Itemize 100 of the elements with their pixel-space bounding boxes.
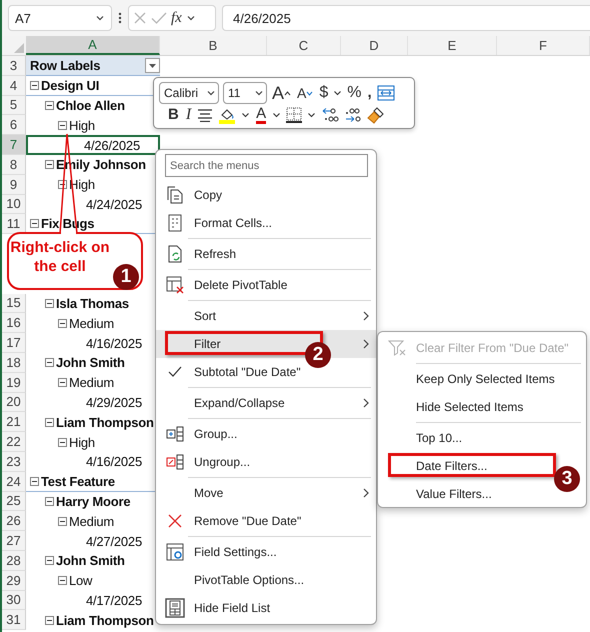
row-header[interactable]: 28: [2, 550, 26, 571]
dropdown[interactable]: 11: [223, 82, 267, 104]
chevron-down-icon[interactable]: [95, 13, 105, 23]
menu-item[interactable]: Ungroup...: [156, 448, 376, 476]
row-header[interactable]: 31: [2, 610, 26, 630]
menu-item[interactable]: Delete PivotTable: [156, 271, 376, 299]
dropdown[interactable]: Calibri: [159, 82, 219, 104]
column-header[interactable]: D: [341, 36, 408, 55]
format-button[interactable]: ,: [366, 84, 373, 102]
menu-item[interactable]: Copy: [156, 181, 376, 209]
formula-field[interactable]: 4/26/2025: [222, 5, 590, 31]
align-icon[interactable]: [197, 108, 214, 122]
row-header[interactable]: 18: [2, 352, 26, 373]
row-header[interactable]: 4: [2, 76, 26, 96]
column-header[interactable]: A: [26, 36, 160, 55]
row-header[interactable]: 10: [2, 194, 26, 214]
collapse-icon[interactable]: [58, 438, 67, 447]
menu-item[interactable]: Remove "Due Date": [156, 507, 376, 535]
row-header[interactable]: 20: [2, 392, 26, 412]
row-header[interactable]: 29: [2, 570, 26, 591]
name-box[interactable]: A7: [8, 5, 112, 31]
more-icon[interactable]: [118, 11, 122, 25]
caret-down-icon[interactable]: [241, 111, 250, 119]
row-header[interactable]: 26: [2, 511, 26, 532]
collapse-icon[interactable]: [45, 100, 54, 110]
caret-down-icon: [306, 90, 314, 96]
row-header[interactable]: 23: [2, 452, 26, 472]
menu-item[interactable]: Hide Field List: [156, 594, 376, 622]
collapse-icon[interactable]: [30, 219, 39, 228]
collapse-icon[interactable]: [58, 120, 67, 130]
grow-font-button[interactable]: A: [271, 84, 292, 102]
row-header[interactable]: 27: [2, 531, 26, 551]
collapse-icon[interactable]: [58, 378, 67, 388]
row-header[interactable]: 15: [2, 294, 26, 314]
collapse-icon[interactable]: [45, 556, 54, 566]
collapse-icon[interactable]: [45, 418, 54, 427]
row-header[interactable]: 3: [2, 56, 26, 76]
menu-item[interactable]: Hide Selected Items: [378, 393, 586, 421]
row-header[interactable]: 25: [2, 492, 26, 512]
caret-down-icon[interactable]: [307, 111, 316, 119]
row-header[interactable]: 8: [2, 154, 26, 175]
chevron-down-icon[interactable]: [206, 88, 216, 98]
menu-item[interactable]: Keep Only Selected Items: [378, 365, 586, 393]
menu-item[interactable]: Format Cells...: [156, 209, 376, 237]
filter-dropdown-button[interactable]: [145, 58, 160, 73]
menu-item[interactable]: Field Settings...: [156, 538, 376, 566]
collapse-icon[interactable]: [58, 318, 67, 328]
row-header[interactable]: 6: [2, 115, 26, 136]
format-button[interactable]: $: [318, 84, 330, 102]
row-header[interactable]: 17: [2, 333, 26, 353]
menu-item[interactable]: Expand/Collapse: [156, 389, 376, 417]
row-header[interactable]: 22: [2, 432, 26, 452]
column-header[interactable]: C: [267, 36, 341, 55]
row-header[interactable]: 5: [2, 96, 26, 116]
collapse-icon[interactable]: [45, 496, 54, 506]
search-field[interactable]: Search the menus: [165, 154, 368, 177]
column-header[interactable]: F: [497, 36, 590, 55]
collapse-icon[interactable]: [45, 358, 54, 368]
menu-item[interactable]: Sort: [156, 302, 376, 330]
row-header[interactable]: 30: [2, 590, 26, 610]
paintbrush-icon[interactable]: [367, 106, 386, 124]
format-button[interactable]: B: [167, 106, 180, 124]
collapse-icon[interactable]: [30, 476, 39, 486]
chevron-down-icon[interactable]: [254, 88, 264, 98]
collapse-icon[interactable]: [58, 576, 67, 586]
column-header[interactable]: E: [408, 36, 497, 55]
row-label: John Smith: [56, 355, 125, 370]
menu-item[interactable]: Refresh: [156, 240, 376, 268]
row-header[interactable]: 11: [2, 214, 26, 234]
decrease-decimal-icon[interactable]: [344, 107, 362, 123]
increase-decimal-icon[interactable]: [321, 107, 340, 123]
caret-down-icon[interactable]: [333, 89, 342, 97]
caret-down-icon[interactable]: [272, 111, 282, 119]
table-cell[interactable]: 4/26/2025: [26, 135, 160, 155]
borders-icon[interactable]: [286, 107, 302, 123]
menu-item[interactable]: Top 10...: [378, 424, 586, 452]
column-header[interactable]: B: [160, 36, 267, 55]
row-header[interactable]: 16: [2, 313, 26, 334]
wrap-text-icon[interactable]: [376, 85, 395, 101]
collapse-icon[interactable]: [45, 298, 54, 308]
menu-item[interactable]: PivotTable Options...: [156, 566, 376, 594]
font-color-button[interactable]: A: [255, 106, 268, 124]
row-header[interactable]: 9: [2, 174, 26, 195]
row-header[interactable]: 24: [2, 472, 26, 492]
collapse-icon[interactable]: [45, 160, 54, 170]
collapse-icon[interactable]: [58, 516, 67, 526]
menu-item[interactable]: Move: [156, 479, 376, 507]
row-header[interactable]: 19: [2, 372, 26, 393]
collapse-icon[interactable]: [30, 80, 39, 90]
menu-item[interactable]: Date Filters...: [378, 452, 556, 480]
format-button[interactable]: I: [184, 106, 192, 124]
format-button[interactable]: %: [346, 84, 362, 102]
collapse-icon[interactable]: [45, 616, 54, 625]
row-header[interactable]: 7: [2, 135, 26, 155]
chevron-down-icon[interactable]: [186, 13, 196, 23]
check-icon[interactable]: [151, 11, 167, 25]
shrink-font-button[interactable]: A: [296, 84, 314, 102]
menu-item[interactable]: Group...: [156, 420, 376, 448]
row-header[interactable]: 21: [2, 412, 26, 432]
function-button[interactable]: fx: [171, 10, 182, 26]
